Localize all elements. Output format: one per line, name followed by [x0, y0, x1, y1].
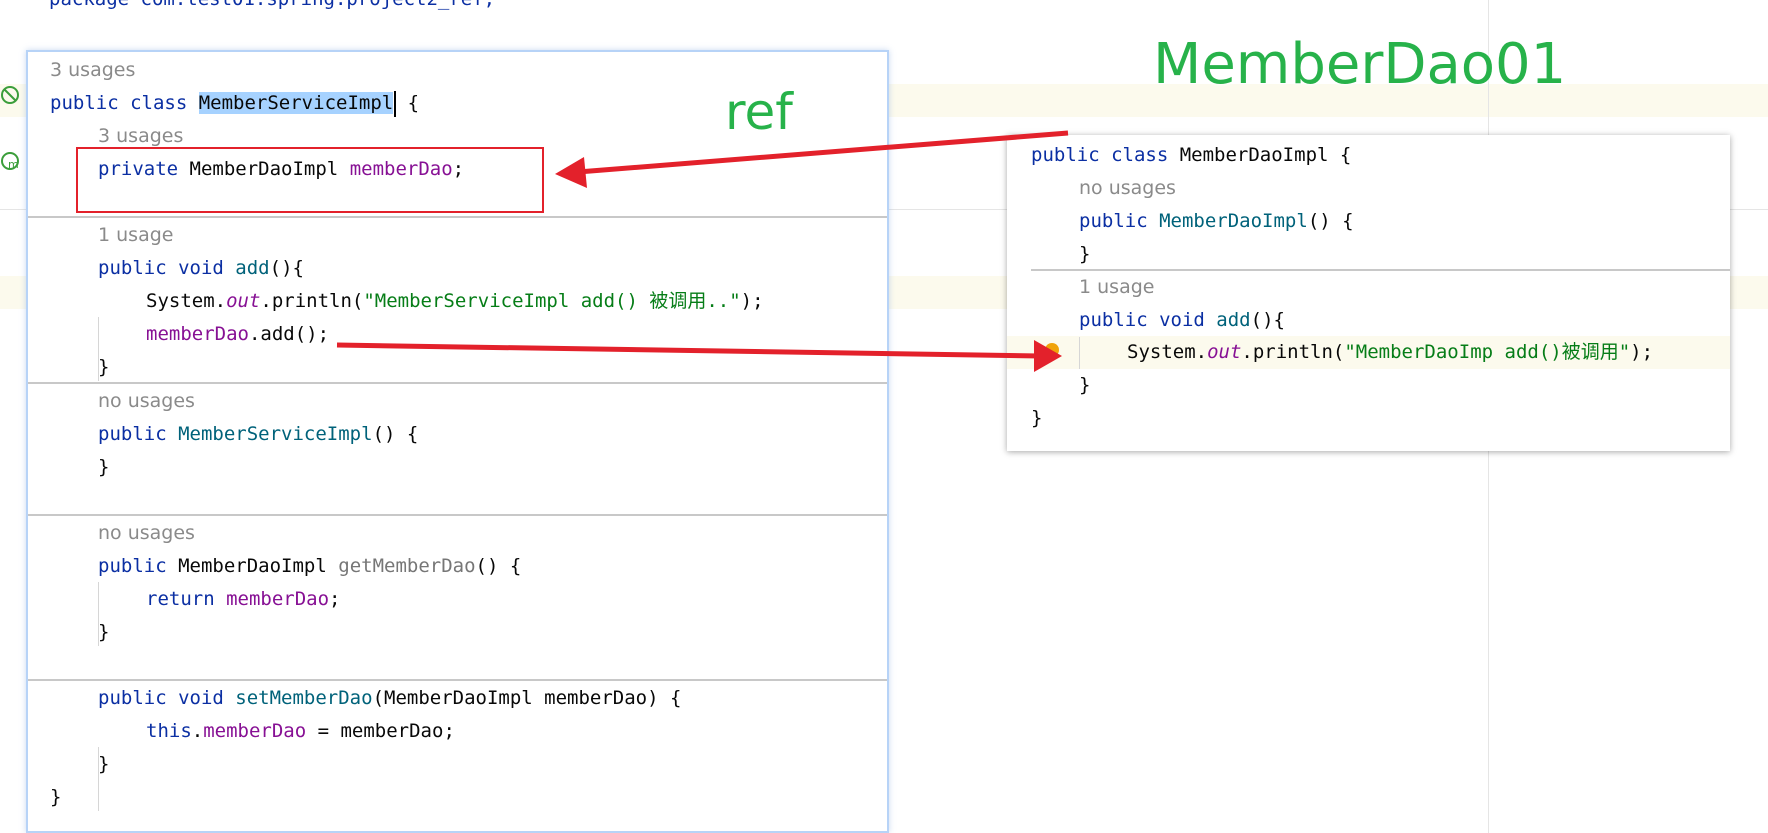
- constructor-declaration: public MemberServiceImpl() {: [98, 418, 418, 451]
- constructor-keyword: public: [98, 423, 167, 445]
- constructor-name[interactable]: MemberServiceImpl: [178, 423, 372, 445]
- method-parens: (){: [269, 257, 304, 279]
- string-literal: "MemberDaoImp add()被调用": [1344, 341, 1631, 363]
- setter-declaration: public void setMemberDao(MemberDaoImpl m…: [98, 682, 681, 715]
- this-keyword: this: [146, 720, 192, 742]
- method-parens: (){: [1250, 309, 1285, 331]
- method-separator: [28, 382, 887, 384]
- svg-text:m: m: [8, 158, 19, 171]
- constructor-parens: () {: [372, 423, 419, 445]
- usages-hint[interactable]: 1 usage: [1079, 271, 1154, 304]
- println-statement: System.out.println("MemberServiceImpl ad…: [146, 285, 764, 318]
- class-name[interactable]: MemberDaoImpl: [1180, 144, 1329, 166]
- usages-hint[interactable]: 1 usage: [98, 219, 173, 252]
- method-keyword: public void: [1079, 309, 1205, 331]
- statement-end: );: [740, 290, 764, 312]
- semicolon: ;: [329, 588, 341, 610]
- usages-hint[interactable]: no usages: [98, 385, 195, 418]
- println-statement: System.out.println("MemberDaoImp add()被调…: [1127, 336, 1653, 369]
- return-keyword: return: [146, 588, 215, 610]
- usages-hint[interactable]: no usages: [1079, 172, 1176, 205]
- method-add-declaration: public void add(){: [98, 252, 304, 285]
- println-call: .println(: [260, 290, 364, 312]
- class-open-brace: {: [1328, 144, 1352, 166]
- class-open-brace: {: [396, 92, 420, 114]
- statement-end: );: [1630, 341, 1654, 363]
- class-closing-brace: }: [1031, 407, 1043, 429]
- setter-params: (MemberDaoImpl memberDao) {: [372, 687, 682, 709]
- class-keyword: public class: [1031, 144, 1169, 166]
- dao-add-call: memberDao.add();: [146, 318, 329, 351]
- highlight-box: [76, 147, 544, 213]
- assign-field[interactable]: memberDao: [203, 720, 306, 742]
- constructor-declaration: public MemberDaoImpl() {: [1079, 205, 1354, 238]
- annotation-ref-label: ref: [725, 83, 793, 141]
- usages-hint[interactable]: 3 usages: [50, 54, 135, 87]
- method-add-declaration: public void add(){: [1079, 304, 1285, 337]
- return-field[interactable]: memberDao: [226, 588, 329, 610]
- breakpoint-icon[interactable]: [1045, 343, 1059, 357]
- member-dao-impl-popup[interactable]: public class MemberDaoImpl { no usages p…: [1007, 135, 1730, 451]
- class-declaration: public class MemberDaoImpl {: [1031, 139, 1351, 172]
- add-call: .add();: [248, 323, 330, 345]
- class-name[interactable]: MemberServiceImpl: [198, 92, 394, 114]
- system-class: System.: [1127, 341, 1208, 363]
- closing-brace: }: [98, 621, 110, 643]
- constructor-parens: () {: [1307, 210, 1354, 232]
- constructor-name[interactable]: MemberDaoImpl: [1159, 210, 1308, 232]
- getter-parens: () {: [475, 555, 522, 577]
- closing-brace: }: [1079, 243, 1091, 265]
- annotation-title: MemberDao01: [1153, 32, 1567, 97]
- method-separator: [28, 216, 887, 218]
- setter-name[interactable]: setMemberDao: [235, 687, 372, 709]
- method-keyword: public void: [98, 257, 224, 279]
- class-declaration: public class MemberServiceImpl {: [50, 87, 419, 120]
- system-class: System.: [146, 290, 227, 312]
- out-field: out: [1207, 341, 1242, 363]
- return-statement: return memberDao;: [146, 583, 341, 616]
- method-separator: [28, 679, 887, 681]
- bean-gutter-icon[interactable]: m: [0, 150, 22, 172]
- closing-brace: }: [98, 753, 110, 775]
- class-closing-brace: }: [50, 786, 62, 808]
- assign-statement: this.memberDao = memberDao;: [146, 720, 455, 742]
- getter-return-type[interactable]: MemberDaoImpl: [178, 555, 327, 577]
- getter-declaration: public MemberDaoImpl getMemberDao() {: [98, 550, 521, 583]
- println-call: .println(: [1241, 341, 1345, 363]
- method-name[interactable]: add: [235, 257, 269, 279]
- usages-hint[interactable]: no usages: [98, 517, 195, 550]
- package-declaration: package com.test01.spring.project2_ref;: [49, 0, 495, 16]
- setter-keyword: public void: [98, 687, 224, 709]
- closing-brace: }: [1079, 374, 1091, 396]
- method-separator: [28, 514, 887, 516]
- dao-field-ref[interactable]: memberDao: [146, 323, 249, 345]
- getter-keyword: public: [98, 555, 167, 577]
- method-name[interactable]: add: [1216, 309, 1250, 331]
- run-gutter-icon[interactable]: [0, 84, 22, 106]
- closing-brace: }: [98, 356, 110, 378]
- member-service-impl-popup[interactable]: 3 usages public class MemberServiceImpl …: [26, 50, 889, 833]
- class-keyword: public class: [50, 92, 188, 114]
- indent-guide: [1079, 337, 1080, 369]
- constructor-keyword: public: [1079, 210, 1148, 232]
- closing-brace: }: [98, 456, 110, 478]
- string-literal: "MemberServiceImpl add() 被调用..": [363, 290, 741, 312]
- getter-name[interactable]: getMemberDao: [338, 555, 475, 577]
- assign-rest: = memberDao;: [306, 720, 455, 742]
- out-field: out: [226, 290, 261, 312]
